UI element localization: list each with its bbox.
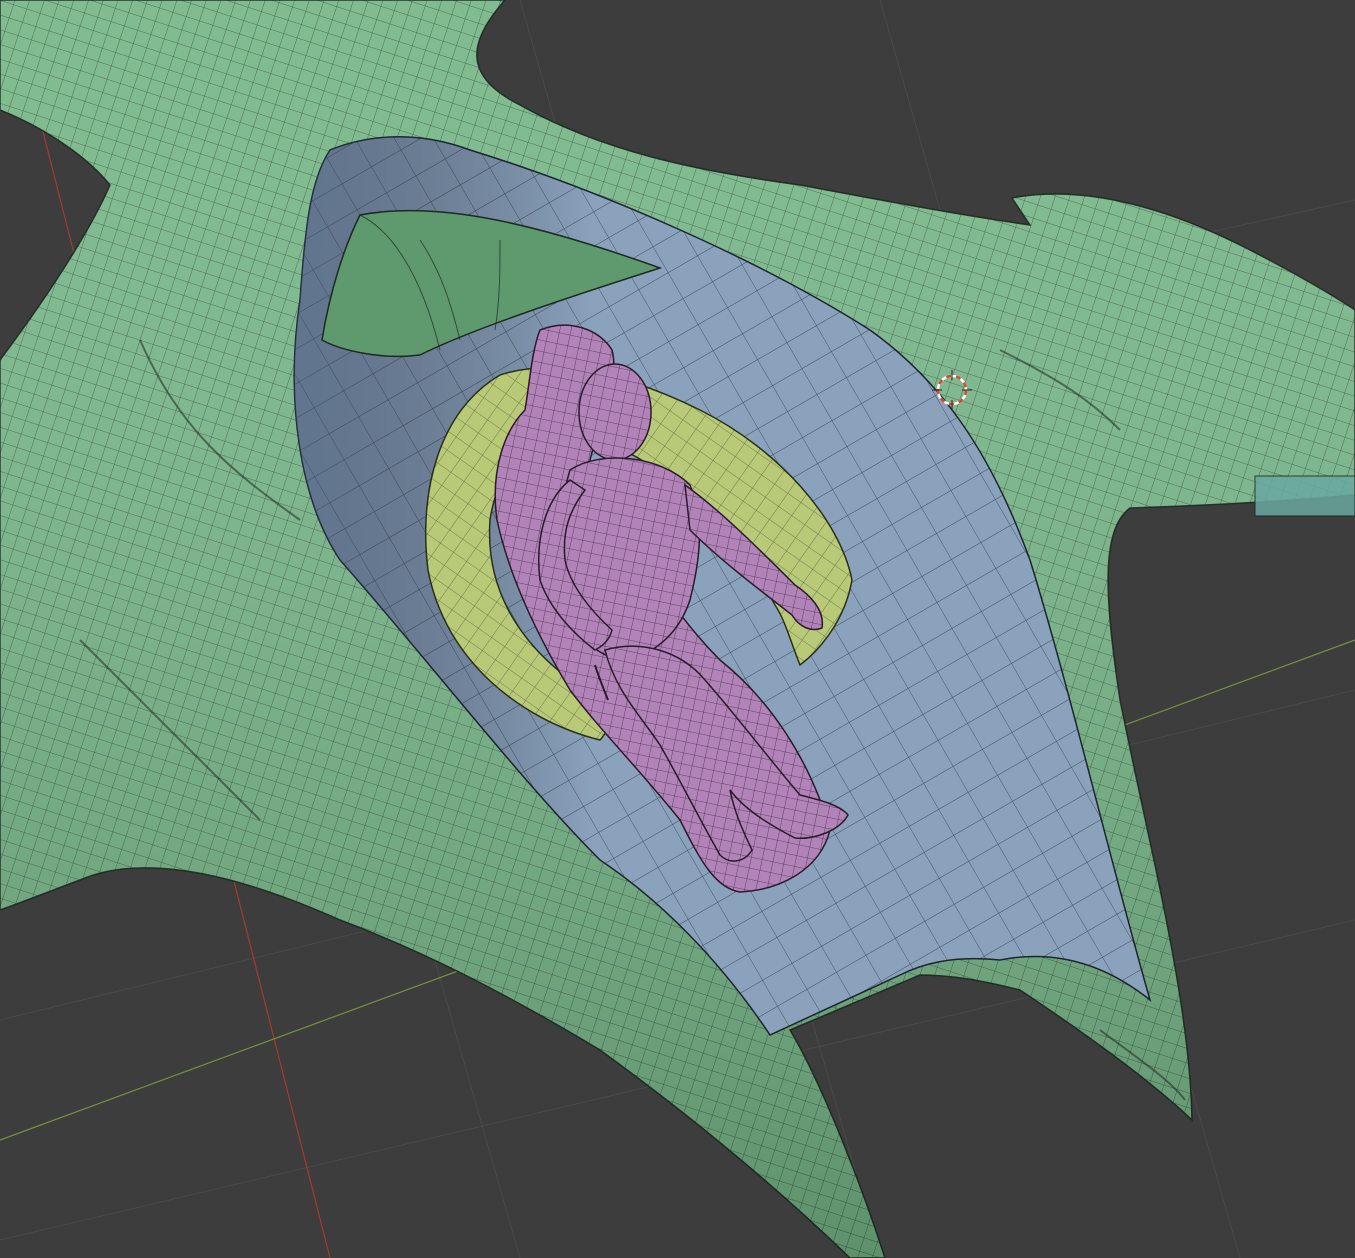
pilot-head[interactable] xyxy=(578,363,652,461)
3d-viewport[interactable] xyxy=(0,0,1355,1258)
viewport-canvas[interactable] xyxy=(0,0,1355,1258)
